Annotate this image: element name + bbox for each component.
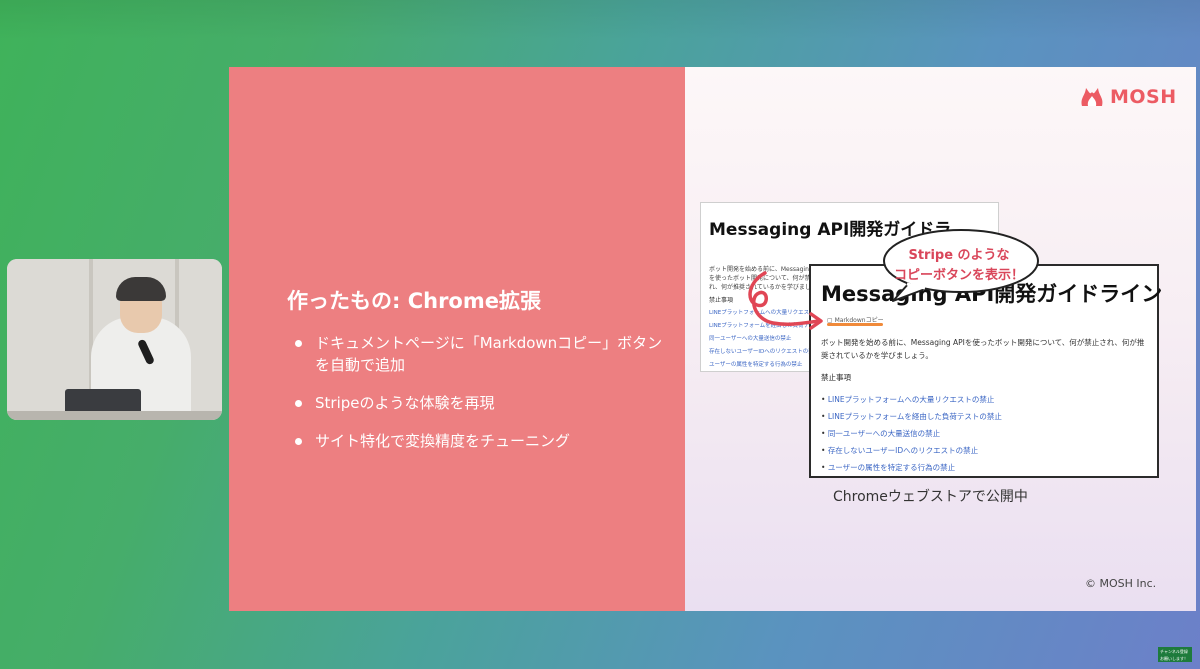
desk <box>7 411 222 420</box>
curly-arrow-icon <box>748 271 823 330</box>
bullet-item: サイト特化で変換精度をチューニング <box>293 430 673 452</box>
subscribe-button[interactable]: チャンネル登録 お願いします！ <box>1158 647 1192 662</box>
subscribe-line1: チャンネル登録 <box>1160 649 1188 654</box>
speaker-camera <box>7 259 222 420</box>
doc-back-section: 禁止事項 <box>709 297 734 304</box>
slide-title: 作ったもの: Chrome拡張 <box>287 289 541 313</box>
subscribe-line2: お願いします！ <box>1160 656 1188 661</box>
doc-front-section: 禁止事項 <box>821 373 851 382</box>
mosh-logo: MOSH <box>1080 86 1177 108</box>
highlight-underline <box>827 323 883 326</box>
bullet-item: ドキュメントページに「Markdownコピー」ボタンを自動で追加 <box>293 332 673 376</box>
presentation-slide: 作ったもの: Chrome拡張 ドキュメントページに「Markdownコピー」ボ… <box>229 67 1196 611</box>
doc-front-links: LINEプラットフォームへの大量リクエストの禁止 LINEプラットフォームを経由… <box>821 391 1002 476</box>
flame-icon <box>1081 88 1103 106</box>
video-top-gradient <box>0 0 1200 40</box>
slide-caption: Chromeウェブストアで公開中 <box>833 489 1028 505</box>
callout-bubble: Stripe のような コピーボタンを表示！ <box>879 227 1039 303</box>
doc-front-intro: ボット開発を始める前に、Messaging APIを使ったボット開発について、何… <box>821 338 1145 360</box>
slide-bullets: ドキュメントページに「Markdownコピー」ボタンを自動で追加 Stripeの… <box>293 332 673 468</box>
doc-front-link: 存在しないユーザーIDへのリクエストの禁止 <box>821 442 1002 459</box>
bullet-item: Stripeのような体験を再現 <box>293 392 673 414</box>
logo-text: MOSH <box>1110 86 1177 108</box>
doc-front-link: LINEプラットフォームを経由した負荷テストの禁止 <box>821 408 1002 425</box>
doc-front-link: 同一ユーザーへの大量送信の禁止 <box>821 425 1002 442</box>
doc-front-link: LINEプラットフォームへの大量リクエストの禁止 <box>821 391 1002 408</box>
slide-copyright: © MOSH Inc. <box>1085 577 1157 590</box>
doc-front-link: ユーザーの属性を特定する行為の禁止 <box>821 459 1002 476</box>
speaker-hair <box>116 277 166 301</box>
callout-line2: コピーボタンを表示！ <box>893 268 1024 283</box>
callout-line1: Stripe のような <box>908 248 1010 263</box>
